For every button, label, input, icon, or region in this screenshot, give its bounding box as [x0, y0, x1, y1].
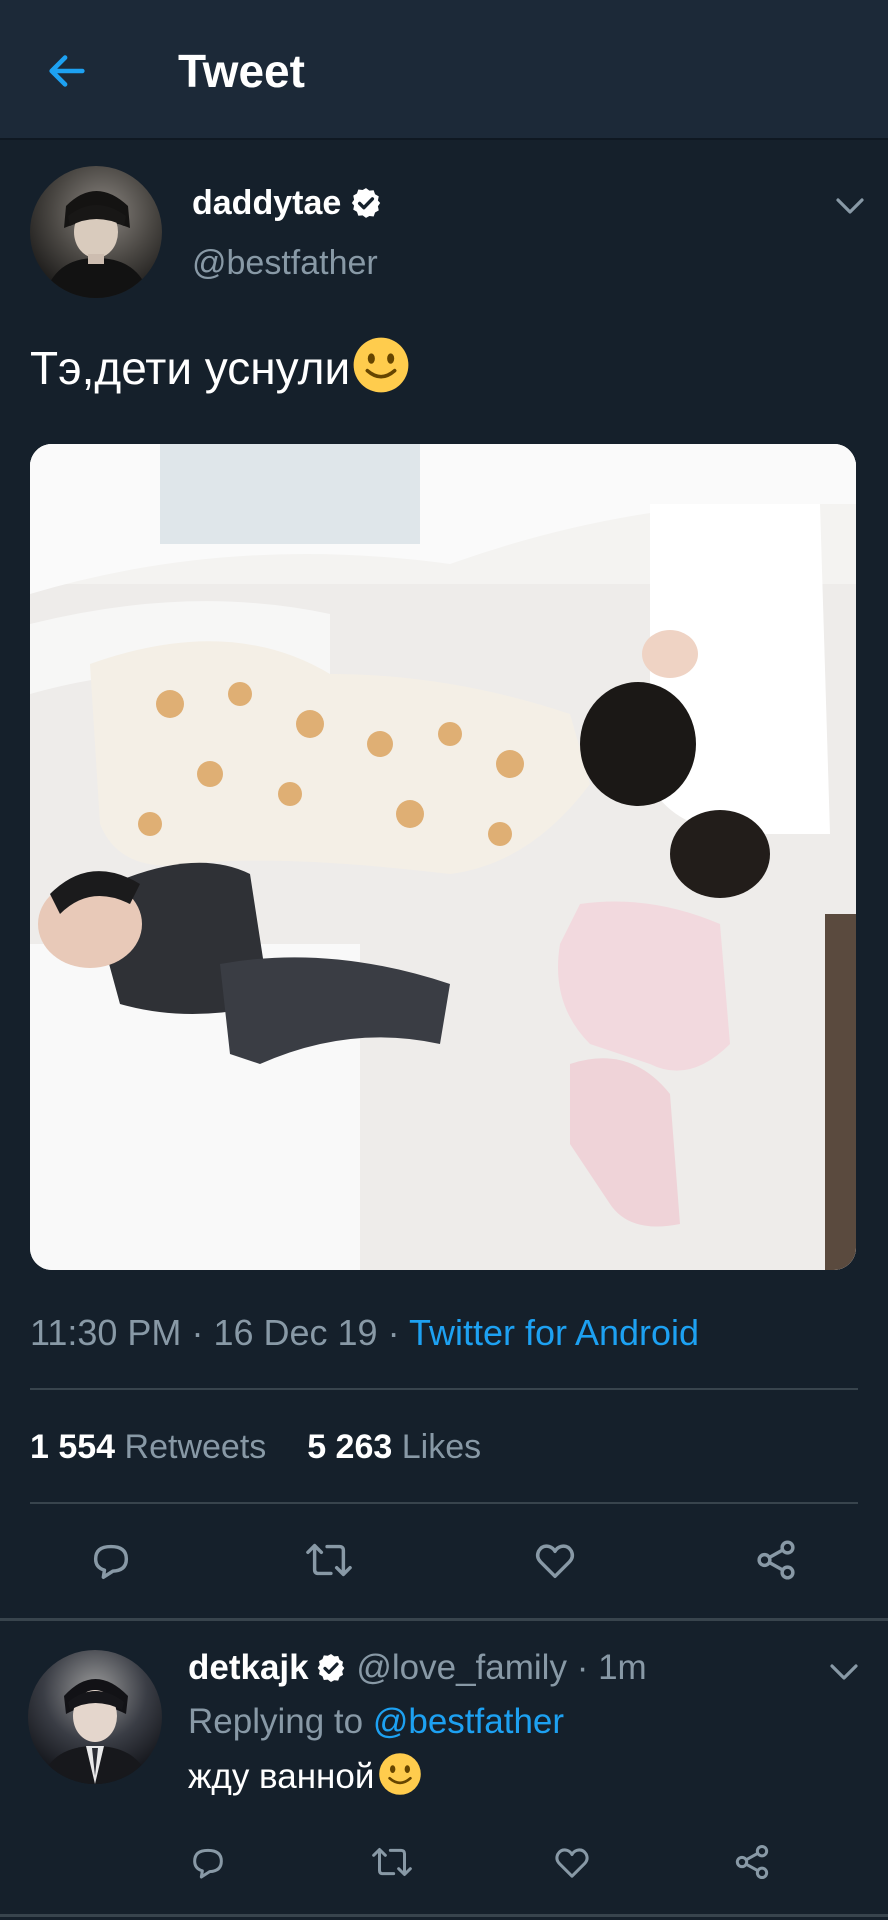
- share-icon[interactable]: [753, 1537, 799, 1583]
- reply-author-name[interactable]: detkajk: [188, 1648, 309, 1687]
- retweet-icon[interactable]: [303, 1537, 355, 1583]
- photo-illustration: [30, 444, 856, 1270]
- separator-dot: ·: [387, 1312, 400, 1353]
- avatar-photo: [40, 1679, 150, 1784]
- reply-avatar[interactable]: [28, 1650, 162, 1784]
- tweet-photo[interactable]: [30, 444, 856, 1270]
- divider: [30, 1388, 858, 1390]
- avatar-photo: [44, 191, 150, 298]
- author-name-text[interactable]: daddytae: [192, 184, 341, 222]
- reply-text-content: жду ванной: [188, 1757, 375, 1796]
- reply-icon[interactable]: [188, 1842, 228, 1882]
- divider: [0, 1914, 888, 1917]
- verified-badge-icon: [317, 1654, 344, 1682]
- share-icon[interactable]: [732, 1842, 772, 1882]
- likes-stat[interactable]: 5 263 Likes: [307, 1428, 481, 1466]
- reply-text: жду ванной: [188, 1752, 422, 1797]
- retweet-icon[interactable]: [369, 1842, 415, 1882]
- top-app-bar: Tweet: [0, 0, 888, 140]
- tweet-date: 16 Dec 19: [213, 1312, 378, 1353]
- page-title: Tweet: [178, 45, 305, 97]
- retweets-stat[interactable]: 1 554 Retweets: [30, 1428, 266, 1466]
- retweets-count: 1 554: [30, 1428, 116, 1466]
- reply-icon[interactable]: [88, 1537, 134, 1583]
- divider: [0, 1618, 888, 1621]
- chevron-down-icon[interactable]: [828, 1662, 860, 1682]
- replying-to-label: Replying to: [188, 1702, 364, 1741]
- chevron-down-icon[interactable]: [834, 196, 866, 216]
- reply-header: detkajk @love_family · 1m: [188, 1648, 647, 1688]
- slightly-smiling-face-icon: [353, 337, 409, 393]
- replying-to-handle-link[interactable]: @bestfather: [373, 1702, 564, 1741]
- separator-dot: ·: [191, 1312, 204, 1353]
- like-icon[interactable]: [551, 1842, 593, 1882]
- tweet-metadata: 11:30 PM · 16 Dec 19 · Twitter for Andro…: [30, 1312, 699, 1354]
- separator-dot: ·: [576, 1648, 589, 1687]
- verified-badge-icon: [352, 188, 381, 218]
- slightly-smiling-face-icon: [379, 1753, 422, 1795]
- tweet-stats: 1 554 Retweets 5 263 Likes: [30, 1428, 481, 1467]
- replying-to: Replying to @bestfather: [188, 1702, 564, 1742]
- tweet-source-link[interactable]: Twitter for Android: [409, 1312, 699, 1353]
- like-icon[interactable]: [531, 1537, 579, 1583]
- likes-count: 5 263: [307, 1428, 393, 1466]
- retweets-label: Retweets: [124, 1428, 267, 1466]
- tweet-text-content: Тэ,дети уснули: [30, 342, 351, 394]
- reply-author-handle[interactable]: @love_family: [356, 1648, 567, 1687]
- likes-label: Likes: [401, 1428, 482, 1466]
- author-handle[interactable]: @bestfather: [192, 244, 378, 283]
- tweet-time: 11:30 PM: [30, 1312, 182, 1353]
- divider: [30, 1502, 858, 1504]
- reply-time: 1m: [598, 1648, 647, 1687]
- tweet-text: Тэ,дети уснули: [30, 336, 410, 395]
- arrow-left-icon[interactable]: [44, 48, 90, 94]
- author-name[interactable]: daddytae: [192, 184, 383, 223]
- avatar[interactable]: [30, 166, 162, 298]
